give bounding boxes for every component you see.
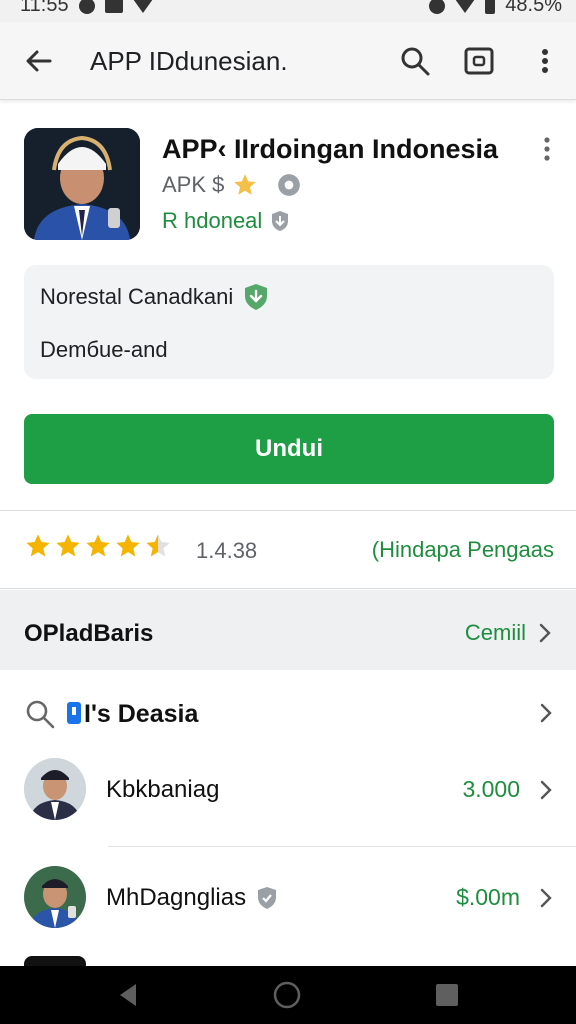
status-time: 11:55 (20, 0, 69, 16)
chevron-right-icon (540, 888, 552, 908)
status-left: 11:55 (20, 0, 153, 17)
chevron-right-icon (539, 623, 551, 643)
shield-icon (258, 887, 277, 909)
verified-icon (245, 284, 268, 310)
nav-back-icon (120, 984, 136, 1006)
app-notification-icon (104, 0, 123, 13)
list-item-name: MhDagnglias (106, 884, 278, 912)
rating-stars (24, 532, 172, 560)
avatar-portrait (24, 866, 86, 928)
alarm-icon (429, 0, 446, 14)
avatar-portrait (24, 758, 86, 820)
list-search-label: I's Deasia (84, 700, 199, 728)
search-icon (26, 700, 55, 729)
nav-recents-icon (436, 984, 458, 1006)
half-star-icon (146, 534, 170, 557)
info-line-2: Demбue-and (40, 337, 168, 362)
battery-percent: 48.5% (505, 0, 562, 16)
list-item[interactable]: MhDagnglias $.00m (24, 866, 554, 930)
star-icon (116, 534, 140, 557)
chevron-right-icon (540, 780, 552, 800)
app-sub-label: APK $ (162, 172, 225, 197)
partially-visible-list-item (24, 956, 86, 966)
signal-icon (132, 0, 153, 13)
overflow-menu-button[interactable] (530, 44, 560, 78)
app-bar: APP IDdunesian. (0, 22, 576, 100)
notification-icon (78, 0, 95, 14)
star-icon (26, 534, 50, 557)
rating-value: 1.4.38 (196, 538, 258, 563)
ratings-link[interactable]: (Hindapa Pengaas (372, 537, 554, 563)
list-card: I's Deasia Kbkbaniag 3.000 MhDagnglias $… (0, 672, 576, 966)
wifi-icon (455, 0, 476, 13)
install-button[interactable]: Undui (24, 414, 554, 484)
info-line-1: Norestal Canadkani (40, 283, 269, 311)
row-separator (108, 846, 576, 847)
app-name: APP‹ IIrdoingan Indonesia (162, 134, 499, 164)
screenshot-button[interactable] (462, 44, 496, 78)
section-see-all-link[interactable]: Cemiil (465, 620, 552, 646)
back-arrow-icon (26, 50, 52, 72)
app-bar-title: APP IDdunesian. (90, 46, 288, 76)
status-bar: 11:55 48.5% (0, 0, 576, 22)
nav-home-button[interactable] (272, 980, 302, 1010)
avatar (24, 758, 86, 820)
screenshot-icon (464, 47, 494, 75)
developer-row[interactable]: R hdoneal (162, 208, 290, 234)
star-icon (86, 534, 110, 557)
divider (0, 588, 576, 589)
section-header: OPladBaris Cemiil (0, 590, 576, 670)
list-item[interactable]: Kbkbaniag 3.000 (24, 758, 554, 822)
system-nav-bar (0, 966, 576, 1024)
list-item-price: $.00m (456, 884, 520, 910)
shield-icon (272, 211, 289, 231)
status-right: 48.5% (429, 0, 562, 17)
bookmark-icon (67, 702, 81, 724)
avatar (24, 866, 86, 928)
app-sub-row: APK $ (162, 172, 302, 198)
more-vert-icon (544, 137, 550, 161)
section-title: OPladBaris (24, 620, 154, 647)
search-icon (401, 47, 430, 76)
section-link-label[interactable]: Cemiil (465, 620, 526, 646)
list-item-name-text: MhDagnglias (106, 884, 247, 911)
nav-home-icon (273, 981, 301, 1009)
rating-row: 1.4.38 (Hindapa Pengaas (24, 532, 554, 568)
back-button[interactable] (22, 44, 56, 78)
chevron-right-icon (540, 703, 552, 723)
nav-recents-button[interactable] (432, 980, 462, 1010)
divider (0, 510, 576, 511)
more-vert-icon (542, 49, 548, 73)
nav-back-button[interactable] (114, 980, 144, 1010)
search-button[interactable] (398, 44, 432, 78)
list-item-name-text: Kbkbaniag (106, 776, 220, 803)
battery-icon (485, 0, 496, 14)
list-search-row[interactable]: I's Deasia (24, 696, 554, 732)
app-more-button[interactable] (536, 134, 558, 164)
developer-name[interactable]: R hdoneal (162, 208, 262, 234)
app-icon-portrait (24, 128, 140, 240)
info-card: Norestal Canadkani Demбue-and (24, 265, 554, 379)
info-line-1-text: Norestal Canadkani (40, 284, 234, 309)
app-icon (24, 128, 140, 240)
star-icon (234, 174, 257, 195)
list-item-name: Kbkbaniag (106, 776, 219, 804)
settings-icon (278, 174, 301, 196)
star-icon (56, 534, 80, 557)
list-item-price: 3.000 (462, 776, 520, 802)
